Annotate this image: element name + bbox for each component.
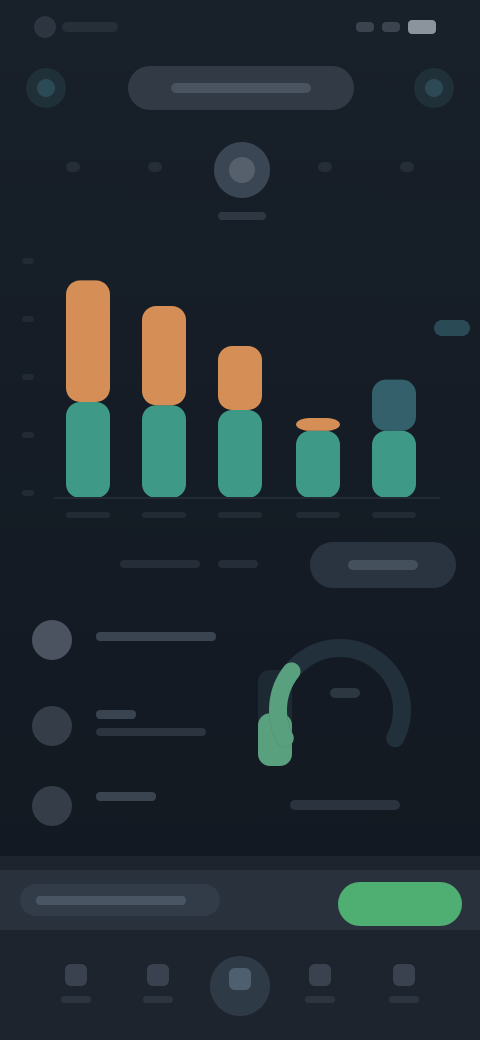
back-icon bbox=[37, 79, 55, 97]
stat-label-2 bbox=[218, 560, 258, 568]
message-input[interactable] bbox=[20, 884, 220, 916]
bottom-nav bbox=[0, 942, 480, 1040]
nav-item-calendar[interactable] bbox=[300, 958, 340, 1014]
y-tick-mark bbox=[22, 258, 34, 264]
segment-item-4[interactable] bbox=[318, 162, 332, 172]
home-icon bbox=[65, 964, 87, 986]
bar-segment[interactable] bbox=[218, 410, 262, 498]
nav-item-chart[interactable] bbox=[138, 958, 178, 1014]
bar-segment[interactable] bbox=[218, 346, 262, 410]
status-carrier-text bbox=[62, 22, 118, 32]
stat-label-1 bbox=[120, 560, 200, 568]
y-tick-mark bbox=[22, 432, 34, 438]
page-title-pill[interactable] bbox=[128, 66, 354, 110]
chart-icon bbox=[147, 964, 169, 986]
activity-icon bbox=[229, 968, 251, 990]
details-button[interactable] bbox=[310, 542, 456, 588]
nav-label bbox=[143, 996, 173, 1003]
chart-scroll-handle[interactable] bbox=[434, 320, 470, 336]
chart-bars bbox=[66, 280, 416, 518]
bar-segment[interactable] bbox=[296, 418, 340, 431]
submit-button[interactable] bbox=[338, 882, 462, 926]
summary-item-title bbox=[96, 710, 136, 719]
y-tick-mark bbox=[22, 490, 34, 496]
menu-button[interactable] bbox=[414, 68, 454, 108]
x-tick-label bbox=[66, 512, 110, 518]
nav-label bbox=[389, 996, 419, 1003]
page-title bbox=[171, 83, 311, 93]
summary-item-subtitle bbox=[96, 728, 206, 736]
details-button-label bbox=[348, 560, 418, 570]
signal-icon bbox=[356, 22, 374, 32]
message-input-placeholder bbox=[36, 896, 186, 905]
y-axis bbox=[22, 258, 34, 496]
status-indicators bbox=[356, 20, 436, 34]
nav-label bbox=[61, 996, 91, 1003]
menu-icon bbox=[425, 79, 443, 97]
top-bar bbox=[0, 52, 480, 124]
summary-section bbox=[0, 600, 480, 850]
segment-active-label bbox=[218, 212, 266, 220]
bar-chart bbox=[0, 236, 480, 536]
app-screen bbox=[0, 0, 480, 1040]
bar-segment[interactable] bbox=[372, 430, 416, 498]
gauge-value bbox=[330, 688, 360, 698]
progress-gauge bbox=[258, 639, 411, 810]
status-bar bbox=[0, 0, 480, 56]
segment-item-2[interactable] bbox=[148, 162, 162, 172]
summary-item-icon bbox=[32, 786, 72, 826]
x-tick-label bbox=[296, 512, 340, 518]
summary-item-title bbox=[96, 632, 216, 641]
segment-item-active[interactable] bbox=[214, 142, 270, 198]
summary-item-title bbox=[96, 792, 156, 801]
segment-item-1[interactable] bbox=[66, 162, 80, 172]
segment-item-5[interactable] bbox=[400, 162, 414, 172]
profile-icon bbox=[393, 964, 415, 986]
summary-item[interactable] bbox=[24, 696, 224, 756]
calendar-icon bbox=[309, 964, 331, 986]
y-tick-mark bbox=[22, 374, 34, 380]
back-button[interactable] bbox=[26, 68, 66, 108]
input-bar bbox=[0, 870, 480, 930]
x-tick-label bbox=[142, 512, 186, 518]
nav-item-home[interactable] bbox=[56, 958, 96, 1014]
nav-item-activity[interactable] bbox=[210, 956, 270, 1016]
bar-segment[interactable] bbox=[296, 430, 340, 498]
status-avatar-icon bbox=[34, 16, 56, 38]
summary-item-icon bbox=[32, 706, 72, 746]
bar-segment[interactable] bbox=[142, 306, 186, 406]
segment-selector bbox=[0, 130, 480, 230]
summary-item-icon bbox=[32, 620, 72, 660]
bar-segment[interactable] bbox=[66, 402, 110, 498]
battery-icon bbox=[408, 20, 436, 34]
summary-item[interactable] bbox=[24, 610, 224, 670]
bar-chart-svg bbox=[22, 258, 470, 518]
segment-active-icon bbox=[229, 157, 255, 183]
bar-segment[interactable] bbox=[142, 405, 186, 498]
bottom-panel bbox=[0, 856, 480, 1040]
bar-segment[interactable] bbox=[66, 280, 110, 402]
x-tick-label bbox=[218, 512, 262, 518]
bar-segment[interactable] bbox=[372, 379, 416, 431]
x-tick-label bbox=[372, 512, 416, 518]
wifi-icon bbox=[382, 22, 400, 32]
gauge-caption bbox=[290, 800, 400, 810]
y-tick-mark bbox=[22, 316, 34, 322]
nav-label bbox=[305, 996, 335, 1003]
nav-item-profile[interactable] bbox=[384, 958, 424, 1014]
summary-item[interactable] bbox=[24, 776, 224, 836]
